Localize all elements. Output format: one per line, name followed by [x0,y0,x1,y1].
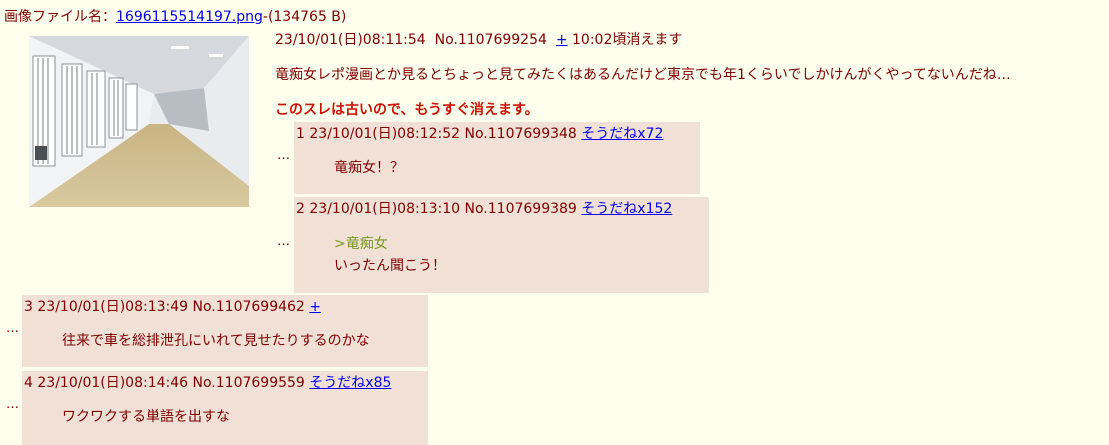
reply-body: ワクワクする単語を出すな [62,409,230,425]
reply-body: 竜痴女！？ [334,160,404,176]
reply-date: 23/10/01(日)08:13:49 [37,299,189,315]
reply-num: 2 [296,201,305,217]
reply-number[interactable]: No.1107699559 [193,375,305,391]
reply-3: 3 23/10/01(日)08:13:49 No.1107699462 + 往来… [22,295,428,367]
reply-body: 往来で車を総排泄孔にいれて見せたりするのかな [62,333,370,349]
reply-body: いったん聞こう！ [334,258,446,274]
sodane-link[interactable]: そうだねx72 [581,126,663,142]
plus-link[interactable]: + [309,299,321,315]
reply-1: 1 23/10/01(日)08:12:52 No.1107699348 そうだね… [294,122,700,194]
reply-number[interactable]: No.1107699348 [465,126,577,142]
reply-dots: … [277,148,290,163]
reply-2: 2 23/10/01(日)08:13:10 No.1107699389 そうだね… [294,197,709,293]
file-link[interactable]: 1696115514197.png [116,9,263,25]
op-expiry: 10:02頃消えます [572,32,683,48]
expiry-warning: このスレは古いので、もうすぐ消えます。 [275,102,539,118]
reply-num: 4 [24,375,33,391]
sodane-link[interactable]: そうだねx152 [581,201,672,217]
reply-dots: … [6,321,19,336]
sodane-link[interactable]: そうだねx85 [309,375,391,391]
reply-date: 23/10/01(日)08:14:46 [37,375,189,391]
file-label: 画像ファイル名： [4,9,116,25]
op-header: 23/10/01(日)08:11:54 No.1107699254 + 10:0… [275,31,682,49]
reply-date: 23/10/01(日)08:12:52 [309,126,461,142]
reply-4: 4 23/10/01(日)08:14:46 No.1107699559 そうだね… [22,371,428,445]
reply-number[interactable]: No.1107699389 [465,201,577,217]
reply-number[interactable]: No.1107699462 [193,299,305,315]
file-info: 画像ファイル名：1696115514197.png-(134765 B) [4,8,346,26]
op-body: 竜痴女レポ漫画とか見るとちょっと見てみたくはあるんだけど東京でも年1くらいでしか… [275,67,1011,83]
reply-header: 2 23/10/01(日)08:13:10 No.1107699389 そうだね… [296,200,672,218]
reply-dots: … [277,234,290,249]
reply-num: 1 [296,126,305,142]
reply-quote: >竜痴女 [334,236,388,252]
reply-dots: … [6,397,19,412]
op-date: 23/10/01(日)08:11:54 [275,32,426,48]
file-size: -(134765 B) [262,9,347,25]
corridor-photo-icon [29,36,249,207]
reply-num: 3 [24,299,33,315]
op-number[interactable]: No.1107699254 [435,32,547,48]
reply-header: 4 23/10/01(日)08:14:46 No.1107699559 そうだね… [24,374,391,392]
thread-thumbnail[interactable] [29,36,249,207]
reply-header: 1 23/10/01(日)08:12:52 No.1107699348 そうだね… [296,125,663,143]
reply-header: 3 23/10/01(日)08:13:49 No.1107699462 + [24,298,321,316]
reply-date: 23/10/01(日)08:13:10 [309,201,461,217]
op-plus-link[interactable]: + [556,32,568,48]
